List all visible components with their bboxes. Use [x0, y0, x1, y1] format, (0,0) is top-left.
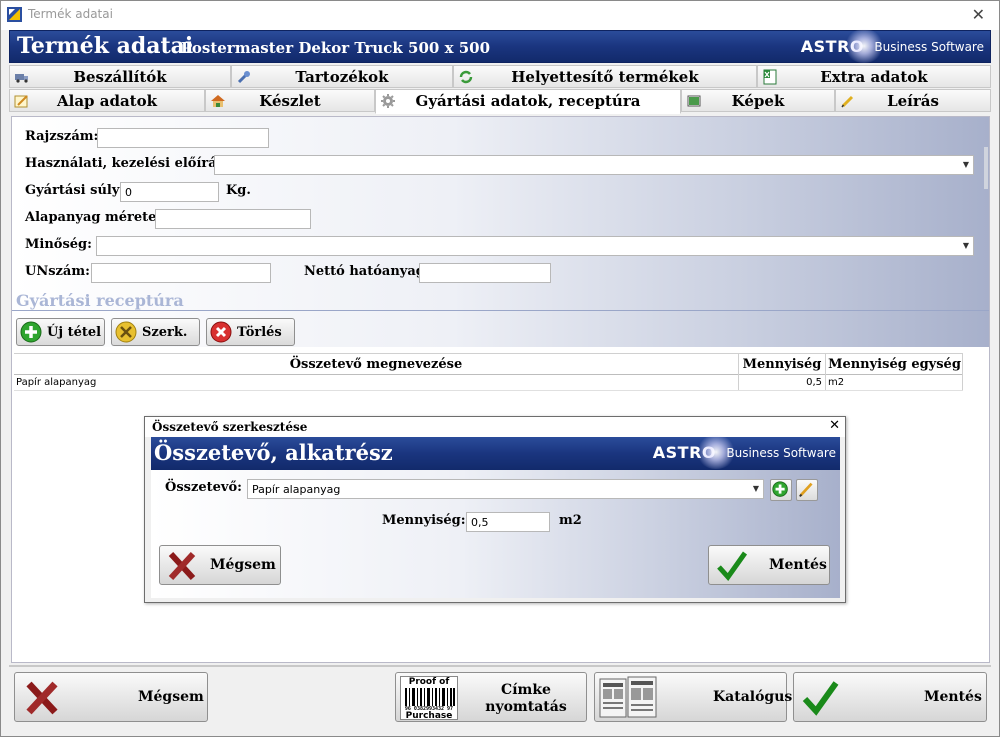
tab-beszallitok[interactable]: Beszállítók: [9, 65, 231, 88]
rajzszam-label: Rajzszám:: [25, 129, 99, 144]
delete-item-button[interactable]: Törlés: [206, 318, 295, 346]
dialog-cancel-button[interactable]: Mégsem: [159, 545, 281, 585]
production-form: Rajzszám: Használati, kezelési előírás: …: [12, 117, 989, 347]
section-divider: [12, 310, 989, 311]
column-header-name[interactable]: Összetevő megnevezése: [14, 357, 738, 372]
component-label: Összetevő:: [165, 480, 242, 495]
suly-label: Gyártási súly:: [25, 183, 125, 198]
chevron-down-icon: ▼: [752, 484, 759, 493]
product-name: Postermaster Dekor Truck 500 x 500: [181, 39, 491, 57]
astro-logo: ASTRO Business Software: [794, 29, 984, 63]
pencil-icon: [799, 482, 813, 498]
app-icon: [7, 7, 22, 22]
suly-unit: Kg.: [226, 183, 251, 198]
rajzszam-input[interactable]: [97, 128, 269, 148]
recipe-section-title: Gyártási receptúra: [16, 291, 184, 310]
close-icon[interactable]: ✕: [972, 5, 985, 24]
checkmark-icon: [717, 551, 748, 581]
delete-icon: [210, 321, 232, 343]
dialog-close-icon[interactable]: ✕: [829, 418, 840, 433]
suly-input[interactable]: [120, 182, 219, 202]
dialog-banner: Összetevő, alkatrész ASTRO Business Soft…: [151, 435, 840, 470]
banner-title: Termék adatai: [17, 33, 194, 59]
title-bar: Termék adatai ✕: [1, 1, 999, 30]
barcode-icon: Proof of 96 0382993432 97 Purchase: [400, 676, 458, 721]
hasznalati-label: Használati, kezelési előírás:: [25, 156, 229, 171]
dialog-title-bar: Összetevő szerkesztése ✕: [145, 417, 845, 437]
tab-helyettesito[interactable]: Helyettesítő termékek: [453, 65, 757, 88]
hasznalati-combo[interactable]: ▼: [214, 155, 974, 175]
tab-row-1: Beszállítók Tartozékok Helyettesítő term…: [9, 65, 991, 88]
add-component-button[interactable]: [770, 479, 792, 501]
tools-icon: [115, 321, 137, 343]
row-unit: m2: [828, 377, 845, 388]
label-print-button[interactable]: Proof of 96 0382993432 97 Purchase Címke…: [395, 672, 587, 722]
table-header: Összetevő megnevezése Mennyiség Mennyisé…: [14, 353, 963, 375]
footer-divider: [9, 665, 991, 667]
cancel-x-icon: [168, 551, 196, 581]
unszam-label: UNszám:: [25, 264, 90, 279]
alapanyag-label: Alapanyag mérete:: [25, 210, 162, 225]
dialog-save-button[interactable]: Mentés: [708, 545, 830, 585]
dialog-title: Összetevő szerkesztése: [152, 420, 308, 434]
header-banner: Termék adatai Postermaster Dekor Truck 5…: [9, 29, 991, 63]
dialog-banner-title: Összetevő, alkatrész: [154, 440, 393, 465]
column-header-unit[interactable]: Mennyiség egység: [826, 357, 963, 372]
add-icon: [772, 481, 788, 497]
qty-input[interactable]: [466, 512, 550, 532]
row-name: Papír alapanyag: [16, 377, 97, 388]
column-header-qty[interactable]: Mennyiség: [739, 357, 825, 372]
tab-alap-adatok[interactable]: Alap adatok: [9, 89, 205, 112]
cancel-button[interactable]: Mégsem: [14, 672, 208, 722]
cancel-x-icon: [26, 681, 58, 715]
tab-keszlet[interactable]: Készlet: [205, 89, 375, 112]
component-edit-dialog: Összetevő szerkesztése ✕ Összetevő, alka…: [144, 416, 846, 603]
minoseg-label: Minőség:: [25, 237, 92, 252]
checkmark-icon: [802, 681, 839, 716]
row-qty: 0,5: [806, 377, 822, 388]
window-title: Termék adatai: [28, 7, 113, 21]
tab-extra-adatok[interactable]: Extra adatok: [757, 65, 991, 88]
netto-label: Nettó hatóanyag:: [304, 264, 430, 279]
edit-component-button[interactable]: [796, 479, 818, 501]
astro-logo: ASTRO Business Software: [646, 435, 836, 469]
qty-label: Mennyiség:: [382, 513, 466, 528]
unszam-input[interactable]: [91, 263, 271, 283]
chevron-down-icon: ▼: [962, 241, 969, 250]
table-row[interactable]: Papír alapanyag 0,5 m2: [14, 375, 963, 391]
component-combo[interactable]: Papír alapanyag ▼: [247, 479, 764, 499]
minoseg-combo[interactable]: ▼: [96, 236, 974, 256]
catalog-button[interactable]: Katalógus: [594, 672, 792, 722]
window: Termék adatai ✕ Termék adatai Postermast…: [0, 0, 1000, 737]
dialog-body: Összetevő: Papír alapanyag ▼ Mennyiség: …: [151, 470, 840, 598]
tab-gyartasi-adatok[interactable]: Gyártási adatok, receptúra: [375, 89, 681, 114]
tab-tartozekok[interactable]: Tartozékok: [231, 65, 453, 88]
tab-leiras[interactable]: Leírás: [835, 89, 991, 112]
save-button[interactable]: Mentés: [793, 672, 987, 722]
edit-item-button[interactable]: Szerk.: [111, 318, 200, 346]
barcode-bars: [405, 688, 455, 706]
tab-row-2: Alap adatok Készlet Gyártási adatok, rec…: [9, 89, 991, 114]
alapanyag-input[interactable]: [155, 209, 311, 229]
form-scrollbar[interactable]: [984, 147, 988, 189]
add-icon: [20, 321, 42, 343]
qty-unit: m2: [559, 513, 582, 528]
tab-kepek[interactable]: Képek: [681, 89, 835, 112]
netto-input[interactable]: [419, 263, 551, 283]
chevron-down-icon: ▼: [962, 160, 969, 169]
catalog-icon: [599, 676, 657, 718]
new-item-button[interactable]: Új tétel: [16, 318, 105, 346]
